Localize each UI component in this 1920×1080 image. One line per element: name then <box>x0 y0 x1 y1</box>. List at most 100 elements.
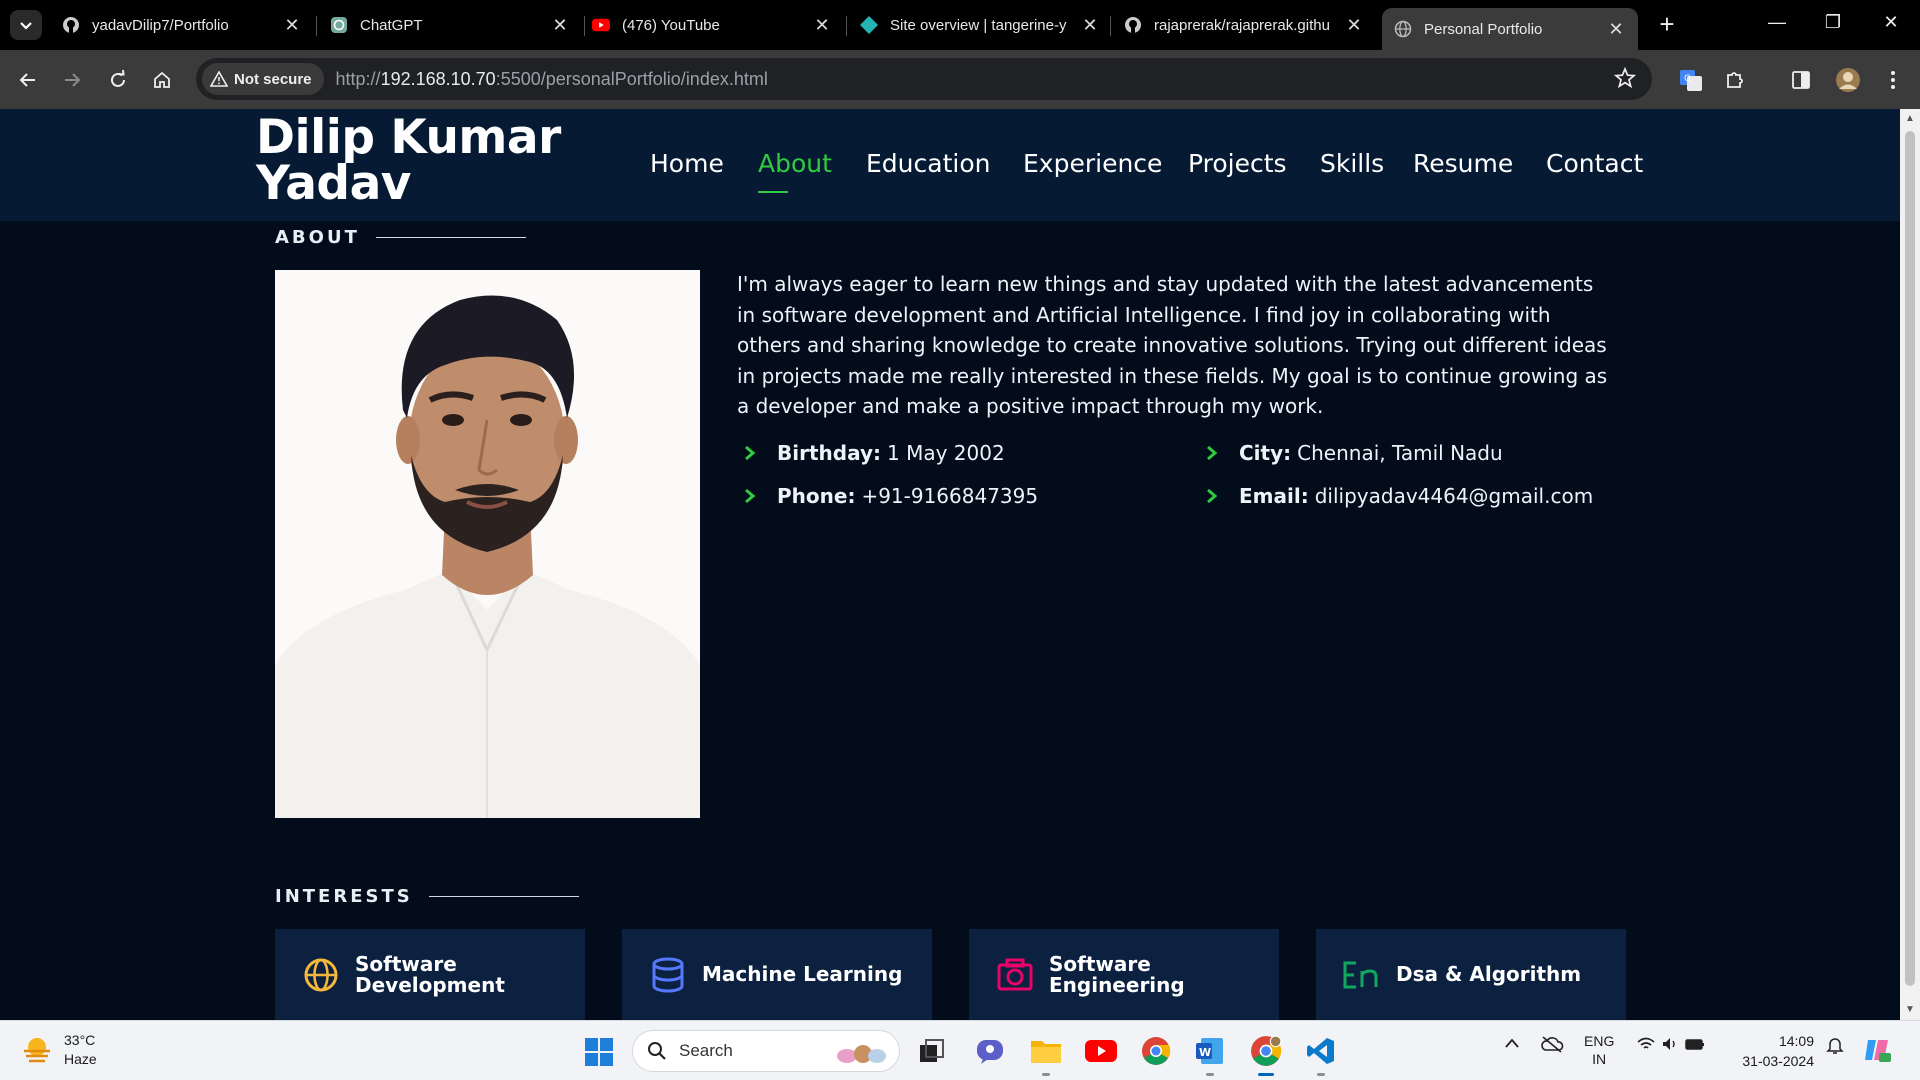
github-icon <box>62 16 80 34</box>
taskbar-word[interactable]: W <box>1192 1033 1228 1076</box>
security-chip[interactable]: Not secure <box>202 63 324 95</box>
url-host: 192.168.10.70 <box>380 68 496 89</box>
tab-personal-portfolio[interactable]: Personal Portfolio ✕ <box>1382 8 1638 50</box>
about-paragraph: I'm always eager to learn new things and… <box>737 272 1608 418</box>
start-button[interactable] <box>584 1037 614 1072</box>
taskbar-teams[interactable] <box>972 1033 1008 1069</box>
taskbar-chrome[interactable] <box>1138 1033 1174 1069</box>
nav-active-underline <box>758 191 788 193</box>
translate-button[interactable]: G <box>1676 65 1706 95</box>
scroll-down-arrow[interactable]: ▼ <box>1905 1004 1915 1015</box>
windows-icon <box>585 1038 613 1066</box>
taskbar-vscode[interactable] <box>1303 1033 1339 1076</box>
copilot-button[interactable] <box>1862 1035 1892 1069</box>
home-button[interactable] <box>148 66 176 94</box>
tab-netlify[interactable]: Site overview | tangerine-y ✕ <box>848 8 1112 42</box>
haze-icon <box>24 1038 50 1063</box>
url-prefix: http:// <box>335 68 381 89</box>
onedrive-tray-icon[interactable] <box>1540 1035 1564 1057</box>
bell-icon <box>1826 1038 1844 1054</box>
tab-chatgpt[interactable]: ChatGPT ✕ <box>318 8 582 42</box>
page-scrollbar[interactable]: ▲ ▼ <box>1900 109 1920 1020</box>
browser-menu-button[interactable] <box>1878 65 1908 95</box>
system-clock[interactable]: 14:09 31-03-2024 <box>1730 1031 1814 1071</box>
detail-value: +91-9166847395 <box>861 484 1039 508</box>
interest-card-software-engineering[interactable]: Software Engineering <box>969 929 1279 1020</box>
extensions-button[interactable] <box>1720 65 1750 95</box>
running-indicator <box>1042 1073 1050 1076</box>
side-panel-button[interactable] <box>1786 65 1816 95</box>
language-icon <box>1342 955 1382 995</box>
detail-city: City: Chennai, Tamil Nadu <box>1206 441 1503 465</box>
arrow-left-icon <box>19 73 35 87</box>
active-indicator <box>1258 1073 1274 1076</box>
chrome-icon <box>1142 1037 1171 1065</box>
nav-home[interactable]: Home <box>650 149 724 178</box>
detail-label: Email: <box>1239 484 1309 508</box>
search-label: Search <box>679 1041 733 1060</box>
taskbar-search[interactable]: Search <box>632 1030 900 1072</box>
detail-phone: Phone: +91-9166847395 <box>744 484 1038 508</box>
site-logo[interactable]: Dilip Kumar Yadav <box>256 114 566 207</box>
taskbar-task-view[interactable] <box>914 1033 950 1069</box>
address-bar[interactable]: Not secure http://192.168.10.70:5500/per… <box>196 58 1652 100</box>
nav-resume[interactable]: Resume <box>1413 149 1513 178</box>
language-code: ENG <box>1584 1033 1615 1049</box>
detail-label: City: <box>1239 441 1292 465</box>
tab-title: Personal Portfolio <box>1424 20 1543 38</box>
nav-education[interactable]: Education <box>866 149 990 178</box>
detail-birthday: Birthday: 1 May 2002 <box>744 441 1005 465</box>
netlify-icon <box>860 16 878 34</box>
close-icon[interactable]: ✕ <box>282 15 302 36</box>
show-hidden-icons-button[interactable] <box>1504 1035 1520 1053</box>
taskbar-file-explorer[interactable] <box>1028 1033 1064 1076</box>
quick-settings[interactable] <box>1636 1035 1706 1057</box>
tab-search-button[interactable] <box>10 10 42 40</box>
reload-button[interactable] <box>104 66 132 94</box>
forward-button[interactable] <box>58 66 86 94</box>
nav-projects[interactable]: Projects <box>1188 149 1287 178</box>
language-indicator[interactable]: ENG IN <box>1584 1032 1614 1068</box>
interest-label: Machine Learning <box>702 962 903 986</box>
close-window-button[interactable]: ✕ <box>1876 12 1906 33</box>
scrollbar-thumb[interactable] <box>1905 131 1915 986</box>
bookmark-star-button[interactable] <box>1613 66 1637 94</box>
scroll-up-arrow[interactable]: ▲ <box>1905 113 1915 124</box>
about-heading: ABOUT <box>275 227 360 248</box>
chatgpt-icon <box>330 16 348 34</box>
search-highlight-icon <box>837 1045 886 1063</box>
windows-taskbar: 33°C Haze Search W ENG IN 14:09 31-03-20… <box>0 1020 1920 1080</box>
chevron-right-icon <box>1206 443 1220 463</box>
close-icon[interactable]: ✕ <box>550 15 570 36</box>
interest-card-machine-learning[interactable]: Machine Learning <box>622 929 932 1020</box>
temperature: 33°C <box>64 1032 96 1048</box>
profile-avatar[interactable] <box>1833 65 1863 95</box>
nav-skills[interactable]: Skills <box>1320 149 1384 178</box>
new-tab-button[interactable]: + <box>1652 10 1682 40</box>
notifications-button[interactable] <box>1825 1035 1845 1059</box>
clock-time: 14:09 <box>1778 1033 1814 1049</box>
weather-widget[interactable]: 33°C Haze <box>22 1031 97 1069</box>
close-icon[interactable]: ✕ <box>1606 19 1626 40</box>
back-button[interactable] <box>14 66 42 94</box>
close-icon[interactable]: ✕ <box>1344 15 1364 36</box>
taskbar-youtube[interactable] <box>1083 1033 1119 1069</box>
tab-github-rajaprerak[interactable]: rajaprerak/rajaprerak.githu ✕ <box>1112 8 1376 42</box>
nav-about[interactable]: About <box>758 149 832 178</box>
close-icon[interactable]: ✕ <box>812 15 832 36</box>
taskbar-chrome-active[interactable] <box>1248 1033 1284 1076</box>
detail-label: Birthday: <box>777 441 881 465</box>
close-icon[interactable]: ✕ <box>1080 15 1100 36</box>
restore-button[interactable]: ❐ <box>1818 12 1848 33</box>
browser-tab-bar: yadavDilip7/Portfolio ✕ ChatGPT ✕ (476) … <box>0 0 1920 50</box>
interest-card-software-development[interactable]: Software Development <box>275 929 585 1020</box>
interest-card-dsa-algorithm[interactable]: Dsa & Algorithm <box>1316 929 1626 1020</box>
globe-icon <box>301 955 341 995</box>
nav-contact[interactable]: Contact <box>1546 149 1643 178</box>
vscode-icon <box>1307 1038 1334 1064</box>
youtube-icon <box>592 16 610 34</box>
nav-experience[interactable]: Experience <box>1023 149 1162 178</box>
minimize-button[interactable]: — <box>1762 12 1792 33</box>
tab-github-portfolio[interactable]: yadavDilip7/Portfolio ✕ <box>50 8 314 42</box>
tab-youtube[interactable]: (476) YouTube ✕ <box>580 8 844 42</box>
